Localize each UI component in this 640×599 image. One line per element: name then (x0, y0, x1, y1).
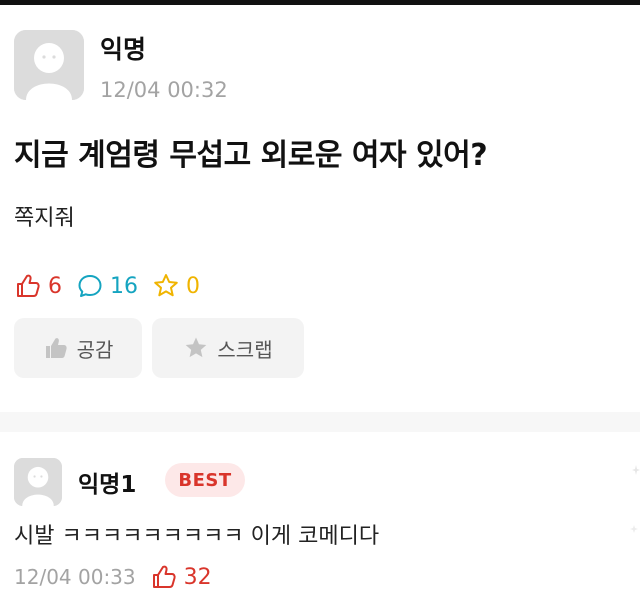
post-author-avatar (14, 30, 84, 100)
sparkle-icon (630, 465, 640, 533)
thumbs-up-filled-icon (45, 338, 67, 358)
top-edge-bar (0, 0, 640, 5)
post-title: 지금 계엄령 무섭고 외로운 여자 있어? (14, 138, 488, 173)
comment-meta: 12/04 00:33 32 (14, 563, 212, 591)
comment-like-value: 32 (183, 564, 212, 590)
comment-like-count[interactable]: 32 (150, 563, 212, 591)
scrap-button-label: 스크랩 (217, 337, 273, 362)
speech-bubble-icon (78, 275, 102, 297)
post-author-name: 익명 (100, 35, 147, 64)
scrap-button[interactable]: 스크랩 (152, 318, 304, 378)
comment-body: 시발 ㅋㅋㅋㅋㅋㅋㅋㅋㅋ 이게 코메디다 (14, 524, 380, 549)
section-divider (0, 412, 640, 432)
scrap-count-value: 0 (186, 273, 200, 299)
comment-count: 16 (76, 272, 138, 300)
star-icon (154, 274, 178, 297)
like-count-value: 6 (48, 273, 62, 299)
post-body: 쪽지줘 (14, 206, 75, 231)
like-button-label: 공감 (76, 337, 114, 362)
scrap-count: 0 (152, 272, 200, 300)
side-overlay-decoration (622, 455, 640, 555)
post-stats: 6 16 0 (14, 268, 214, 304)
post-timestamp: 12/04 00:32 (100, 78, 228, 102)
anonymous-user-icon (14, 30, 84, 100)
anonymous-user-icon (14, 458, 62, 506)
comment-author-name: 익명1 (78, 472, 137, 498)
thumbs-up-icon (152, 565, 176, 588)
like-button[interactable]: 공감 (14, 318, 142, 378)
like-count: 6 (14, 272, 62, 300)
best-badge: BEST (165, 463, 245, 497)
star-filled-icon (186, 337, 207, 358)
comment-author-avatar (14, 458, 62, 506)
thumbs-up-icon (17, 274, 40, 297)
comment-timestamp: 12/04 00:33 (14, 565, 136, 589)
comment-count-value: 16 (110, 273, 138, 299)
